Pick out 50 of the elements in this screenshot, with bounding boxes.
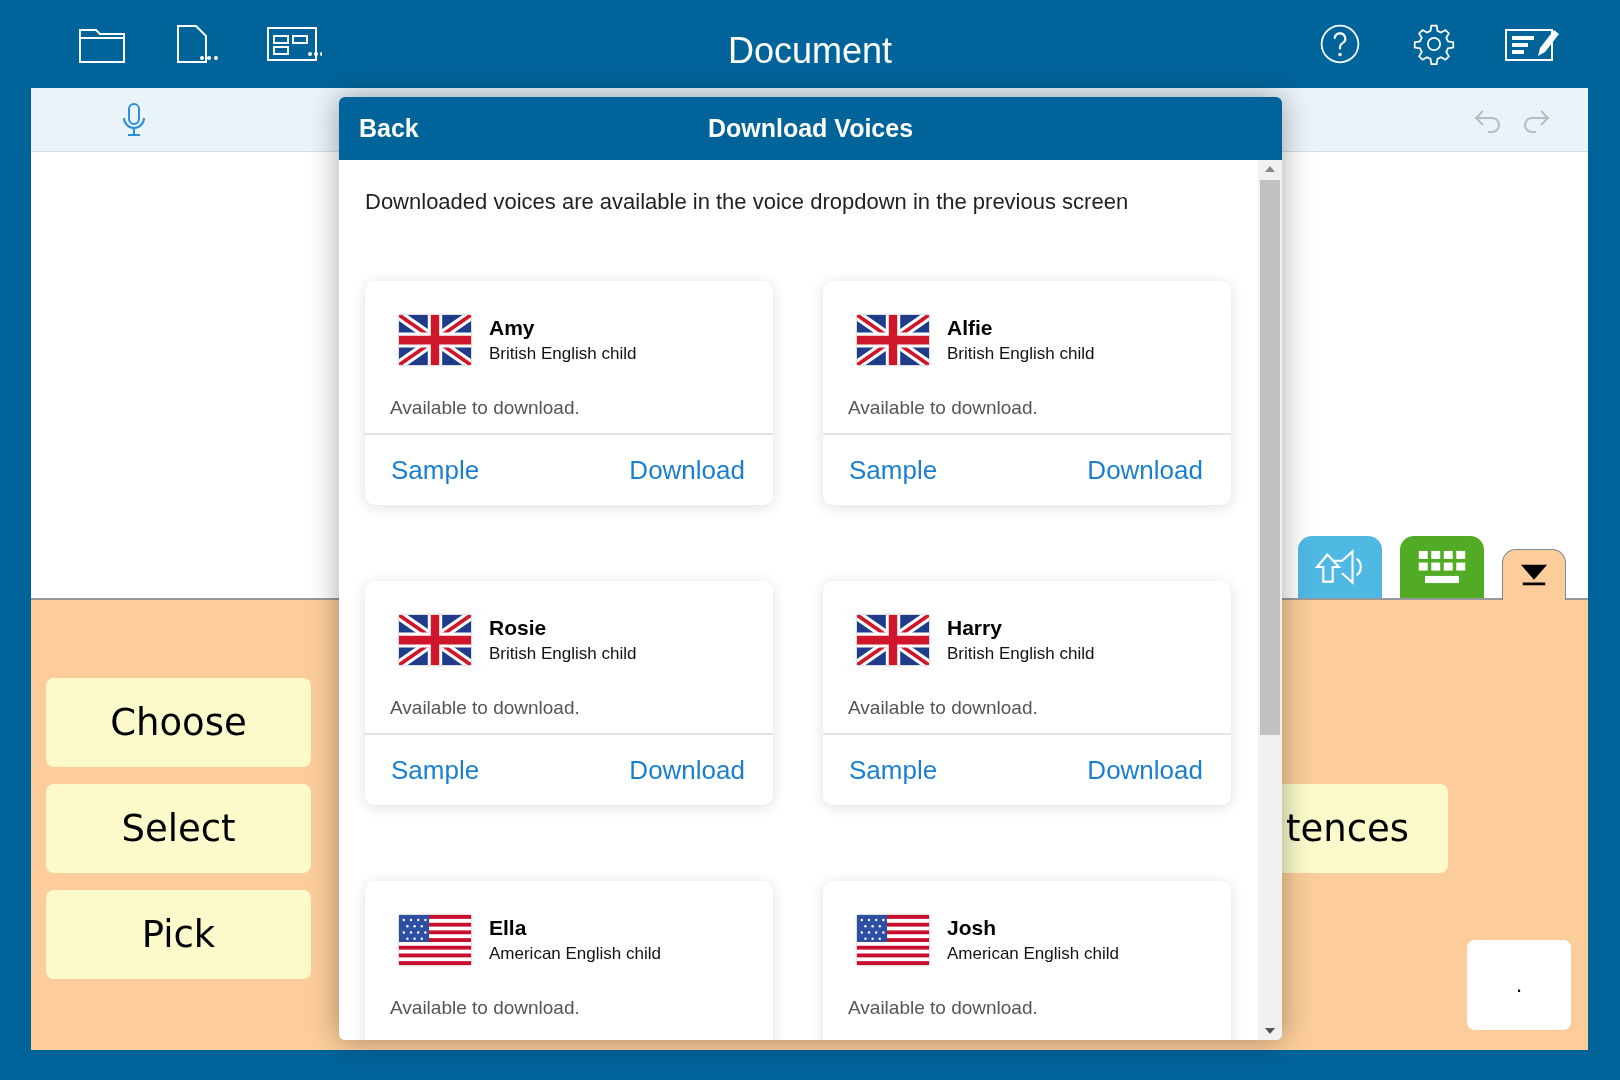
voice-name: Harry [947,616,1003,640]
union-jack-flag-icon [857,615,929,665]
union-jack-flag-icon [857,315,929,365]
dialog-title: Download Voices [707,114,914,143]
app-title: Document [727,30,893,72]
keyboard-icon [1417,548,1467,586]
scroll-down-icon[interactable] [1265,1028,1275,1034]
voice-name: Ella [489,916,528,940]
union-jack-flag-icon [399,615,471,665]
word-button[interactable]: Choose [46,678,311,767]
download-button[interactable]: Download [1079,450,1211,490]
sample-button[interactable]: Sample [383,750,488,790]
download-button[interactable]: Download [1079,750,1211,790]
voice-status: Available to download. [848,697,1038,720]
voice-status: Available to download. [390,697,580,720]
union-jack-flag-icon [399,315,471,365]
voice-status: Available to download. [390,997,580,1020]
download-button[interactable]: Download [621,750,753,790]
speak-arrow-icon [1315,548,1365,586]
download-button[interactable]: Download [621,450,753,490]
sample-button[interactable]: Sample [383,450,488,490]
voice-name: Rosie [489,616,548,640]
sample-button[interactable]: Sample [841,750,946,790]
word-button[interactable]: tences [1282,784,1448,873]
sample-button[interactable]: Sample [841,450,946,490]
voice-status: Available to download. [848,997,1038,1020]
stars-stripes-flag-icon [857,915,929,965]
scroll-up-icon[interactable] [1265,166,1275,172]
scrollbar[interactable] [1258,160,1282,1040]
voice-description: British English child [947,344,1095,364]
voice-description: British English child [947,644,1095,664]
back-button[interactable]: Back [355,110,423,147]
scrollbar-thumb[interactable] [1260,180,1280,735]
voice-description: British English child [489,644,637,664]
voice-name: Josh [947,916,997,940]
word-button[interactable]: Select [46,784,311,873]
voice-name: Alfie [947,316,994,340]
collapse-icon [1520,563,1548,587]
punctuation-key[interactable]: . [1467,940,1571,1030]
voice-description: American English child [947,944,1119,964]
voice-description: American English child [489,944,661,964]
microphone-icon[interactable] [120,101,148,138]
voice-description: British English child [489,344,637,364]
panel-tab[interactable] [1502,549,1566,600]
voice-status: Available to download. [848,397,1038,420]
voice-status: Available to download. [390,397,580,420]
voice-name: Amy [489,316,536,340]
stars-stripes-flag-icon [399,915,471,965]
intro-text: Downloaded voices are available in the voice dropdown in the previous screen [365,188,1130,216]
word-button[interactable]: Pick [46,890,311,979]
